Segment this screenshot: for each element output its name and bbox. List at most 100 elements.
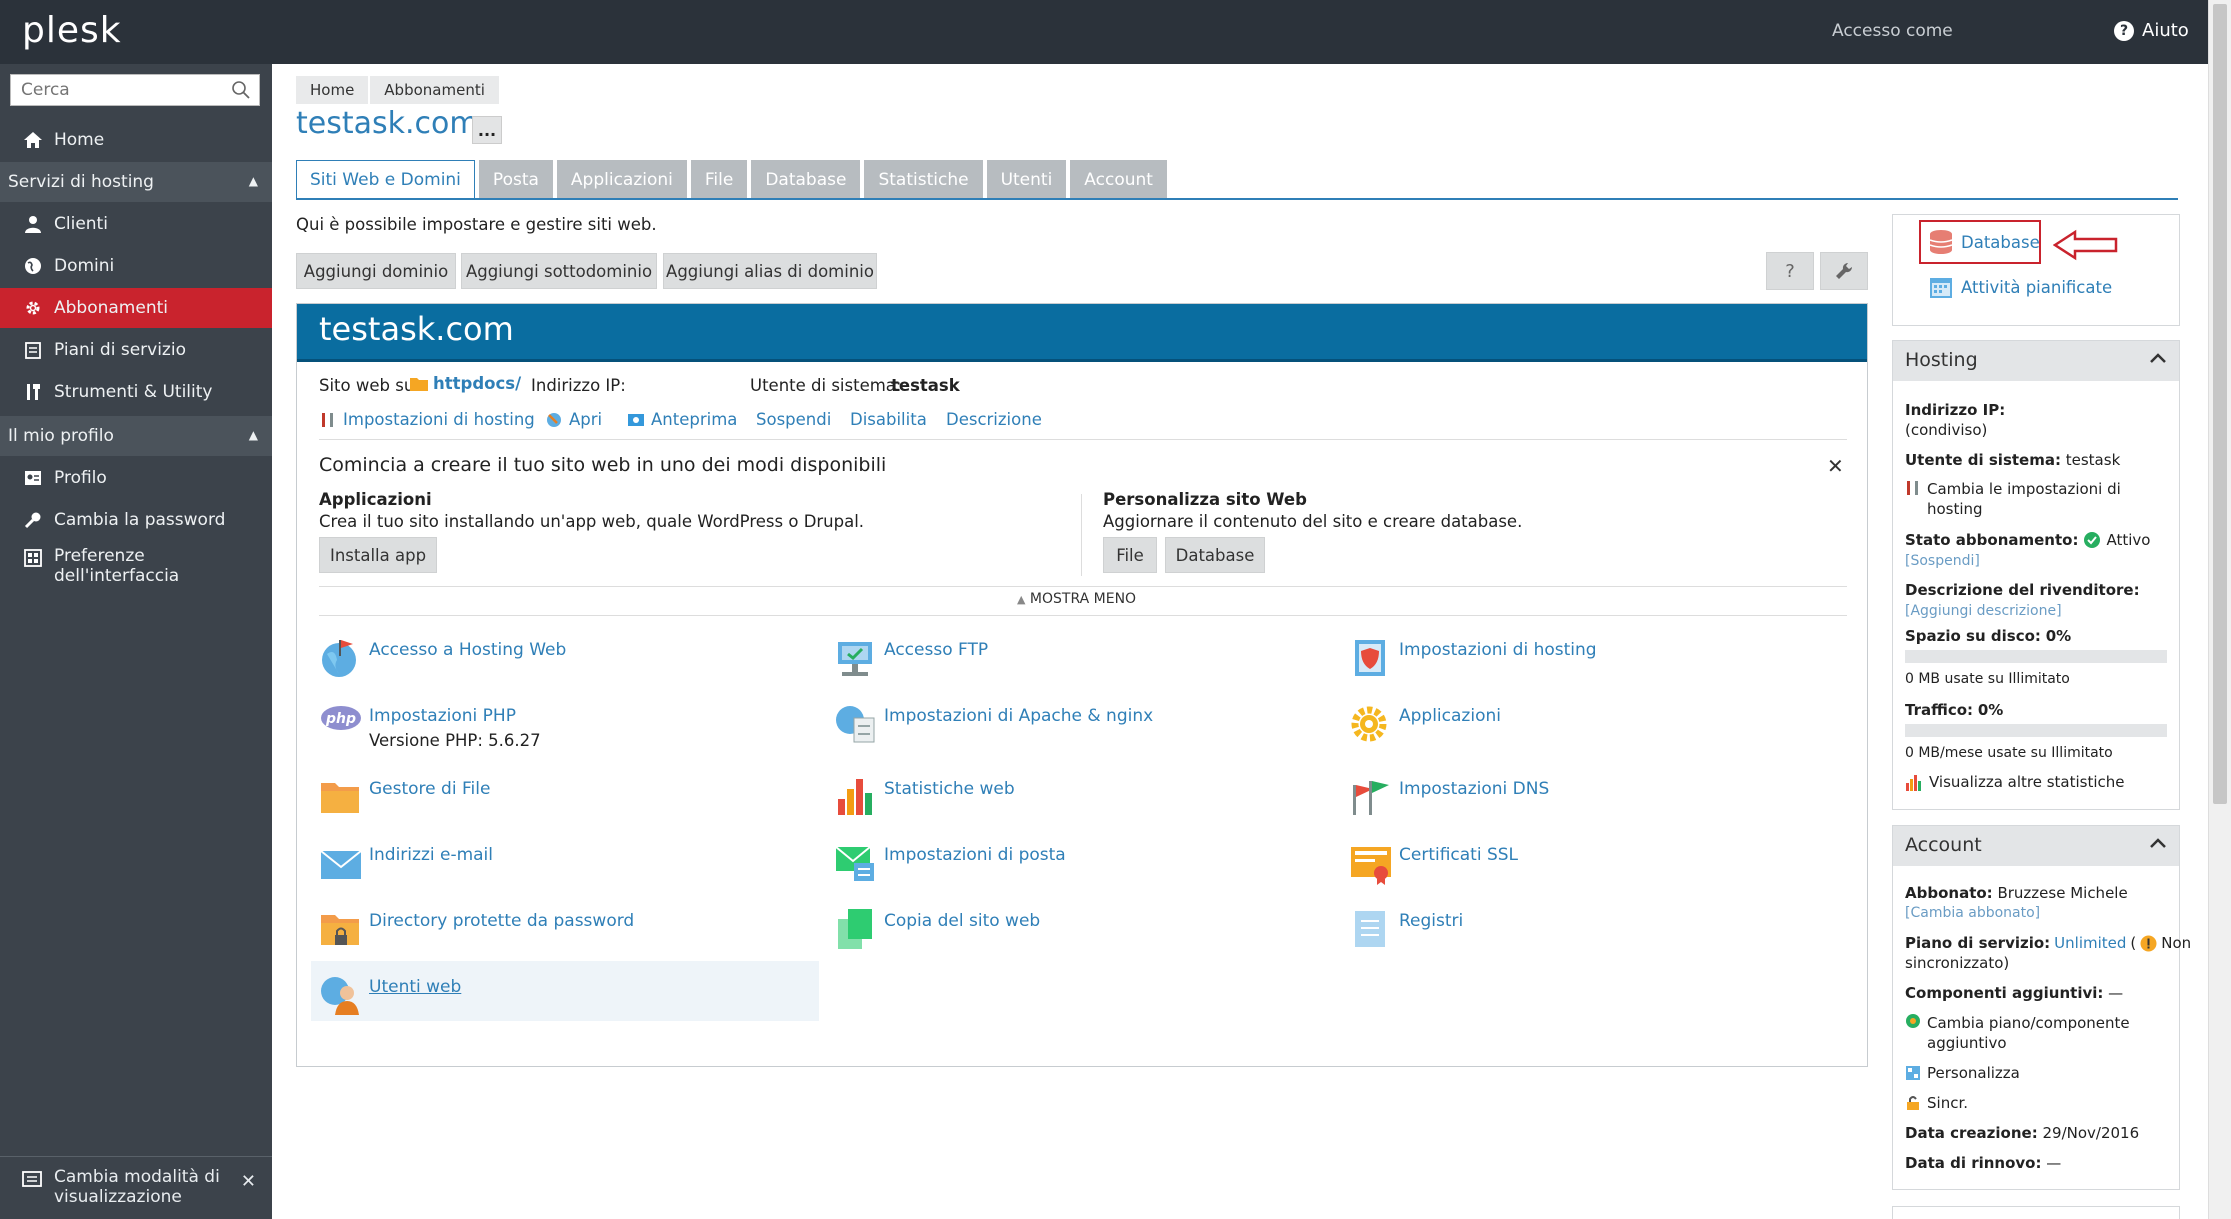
file-manager-item[interactable]: Gestore di File	[319, 775, 819, 835]
ssl-certificates-item[interactable]: Certificati SSL	[1349, 841, 1849, 901]
ftp-access-item[interactable]: Accesso FTP	[834, 636, 1334, 696]
chevron-up-icon: ▲	[1017, 593, 1026, 606]
account-box-header[interactable]: Account	[1893, 826, 2179, 866]
disable-link[interactable]: Disabilita	[850, 410, 927, 429]
chevron-up-icon[interactable]	[2149, 837, 2167, 849]
search-icon[interactable]	[231, 80, 251, 100]
more-stats-link[interactable]: Visualizza altre statistiche	[1905, 773, 2125, 791]
tab-applicazioni[interactable]: Applicazioni	[556, 160, 687, 200]
scheduled-tasks-label: Attività pianificate	[1961, 277, 2113, 297]
scheduled-tasks-link[interactable]: Attività pianificate	[1929, 275, 2112, 299]
sidebar-item-clienti[interactable]: Clienti	[0, 204, 272, 244]
scrollbar-thumb[interactable]	[2213, 4, 2227, 804]
customize-icon	[1906, 1066, 1920, 1080]
more-actions-button[interactable]: ...	[472, 116, 502, 144]
database-link-label: Database	[1961, 232, 2040, 252]
plan-link[interactable]: Unlimited	[2054, 934, 2126, 952]
description-link[interactable]: Descrizione	[946, 410, 1042, 429]
show-less-toggle[interactable]: ▲ MOSTRA MENO	[1017, 591, 1136, 607]
tab-posta[interactable]: Posta	[478, 160, 553, 200]
help-button[interactable]: ?	[1766, 252, 1814, 290]
chevron-up-icon[interactable]	[2149, 352, 2167, 364]
tools-icon	[22, 383, 44, 401]
web-stats-item[interactable]: Statistiche web	[834, 775, 1334, 835]
sidebar-item-domini[interactable]: Domini	[0, 246, 272, 286]
domain-name-header[interactable]: testask.com	[297, 304, 1867, 362]
view-mode-toggle[interactable]: Cambia modalità di visualizzazione ✕	[0, 1156, 272, 1219]
tab-database[interactable]: Database	[751, 160, 861, 200]
apache-nginx-item[interactable]: Impostazioni di Apache & nginx	[834, 702, 1334, 762]
applications-item[interactable]: Applicazioni	[1349, 702, 1849, 762]
breadcrumb-home[interactable]: Home	[296, 76, 369, 104]
customize-label: Personalizza	[1927, 1064, 2020, 1082]
add-domain-button[interactable]: Aggiungi dominio	[296, 253, 456, 289]
hosting-settings-link[interactable]: Impostazioni di hosting	[319, 410, 535, 429]
open-link[interactable]: Apri	[545, 410, 602, 429]
database-link[interactable]: Database	[1929, 229, 2040, 255]
tab-utenti[interactable]: Utenti	[986, 160, 1067, 200]
tab-file[interactable]: File	[690, 160, 748, 200]
tab-siti-web[interactable]: Siti Web e Domini	[296, 160, 475, 200]
preview-link[interactable]: Anteprima	[627, 410, 737, 429]
logs-item[interactable]: Registri	[1349, 907, 1849, 967]
sidebar-section-profile[interactable]: Il mio profilo ▲	[0, 416, 272, 456]
action-label: Anteprima	[651, 410, 738, 429]
php-version: Versione PHP: 5.6.27	[369, 731, 541, 750]
sidebar-section-hosting[interactable]: Servizi di hosting ▲	[0, 162, 272, 202]
sync-link[interactable]: Sincr.	[1905, 1094, 1968, 1112]
item-label: Impostazioni di posta	[884, 845, 1066, 865]
action-label: Impostazioni di hosting	[343, 410, 535, 429]
add-alias-button[interactable]: Aggiungi alias di dominio	[663, 253, 877, 289]
tab-account[interactable]: Account	[1070, 160, 1167, 200]
item-label: Gestore di File	[369, 779, 491, 799]
tab-statistiche[interactable]: Statistiche	[864, 160, 983, 200]
hosting-box-header[interactable]: Hosting	[1893, 341, 2179, 381]
system-user-row: Utente di sistema: testask	[1905, 451, 2120, 469]
wrench-icon	[1836, 262, 1853, 279]
install-app-button[interactable]: Installa app	[319, 537, 437, 573]
database-button[interactable]: Database	[1165, 537, 1265, 573]
sidebar-item-strumenti[interactable]: Strumenti & Utility	[0, 372, 272, 412]
email-addresses-item[interactable]: Indirizzi e-mail	[319, 841, 819, 901]
site-folder-link[interactable]: httpdocs/	[409, 374, 521, 393]
hosting-web-access-item[interactable]: Accesso a Hosting Web	[319, 636, 819, 696]
mail-settings-item[interactable]: Impostazioni di posta	[834, 841, 1334, 901]
change-hosting-link[interactable]: Cambia le impostazioni di hosting	[1905, 479, 2121, 519]
suspend-link[interactable]: Sospendi	[756, 410, 831, 429]
php-settings-item[interactable]: php Impostazioni PHP Versione PHP: 5.6.2…	[319, 702, 819, 762]
add-description-link[interactable]: [Aggiungi descrizione]	[1905, 603, 2062, 619]
preview-icon	[628, 413, 644, 426]
sidebar-item-piani[interactable]: Piani di servizio	[0, 330, 272, 370]
item-label: Statistiche web	[884, 779, 1015, 799]
created-label: Data creazione:	[1905, 1124, 2038, 1142]
close-icon[interactable]: ✕	[241, 1171, 256, 1192]
close-icon[interactable]: ✕	[1827, 454, 1844, 478]
web-users-item[interactable]: Utenti web	[319, 973, 819, 1033]
plesk-logo[interactable]: plesk	[22, 10, 122, 51]
customize-link[interactable]: Personalizza	[1905, 1064, 2020, 1082]
help-button[interactable]: ? Aiuto	[2114, 20, 2189, 41]
sidebar-item-abbonamenti[interactable]: Abbonamenti	[0, 288, 272, 328]
breadcrumb-abbonamenti[interactable]: Abbonamenti	[370, 76, 499, 104]
hosting-settings-item[interactable]: Impostazioni di hosting	[1349, 636, 1849, 696]
item-label: Impostazioni DNS	[1399, 779, 1550, 799]
suspend-link[interactable]: [Sospendi]	[1905, 553, 1980, 569]
settings-button[interactable]	[1820, 252, 1868, 290]
item-label: Impostazioni PHP	[369, 706, 516, 726]
add-subdomain-button[interactable]: Aggiungi sottodominio	[461, 253, 657, 289]
scrollbar[interactable]	[2208, 0, 2231, 1219]
sidebar-item-preferenze[interactable]: Preferenze dell'interfaccia	[0, 546, 272, 596]
protected-directories-item[interactable]: Directory protette da password	[319, 907, 819, 967]
sidebar-item-password[interactable]: Cambia la password	[0, 500, 272, 540]
website-copy-item[interactable]: Copia del sito web	[834, 907, 1334, 967]
sidebar-item-home[interactable]: Home	[0, 120, 272, 160]
file-button[interactable]: File	[1103, 537, 1157, 573]
box-title: Hosting	[1905, 349, 1978, 371]
access-as-label[interactable]: Accesso come	[1832, 21, 1953, 41]
change-plan-link[interactable]: Cambia piano/componente aggiuntivo	[1905, 1013, 2130, 1053]
change-subscriber-link[interactable]: [Cambia abbonato]	[1905, 905, 2040, 921]
sidebar: Home Servizi di hosting ▲ Clienti Domini…	[0, 64, 272, 1219]
sidebar-item-profilo[interactable]: Profilo	[0, 458, 272, 498]
dns-settings-item[interactable]: Impostazioni DNS	[1349, 775, 1849, 835]
search-input[interactable]	[11, 75, 216, 105]
